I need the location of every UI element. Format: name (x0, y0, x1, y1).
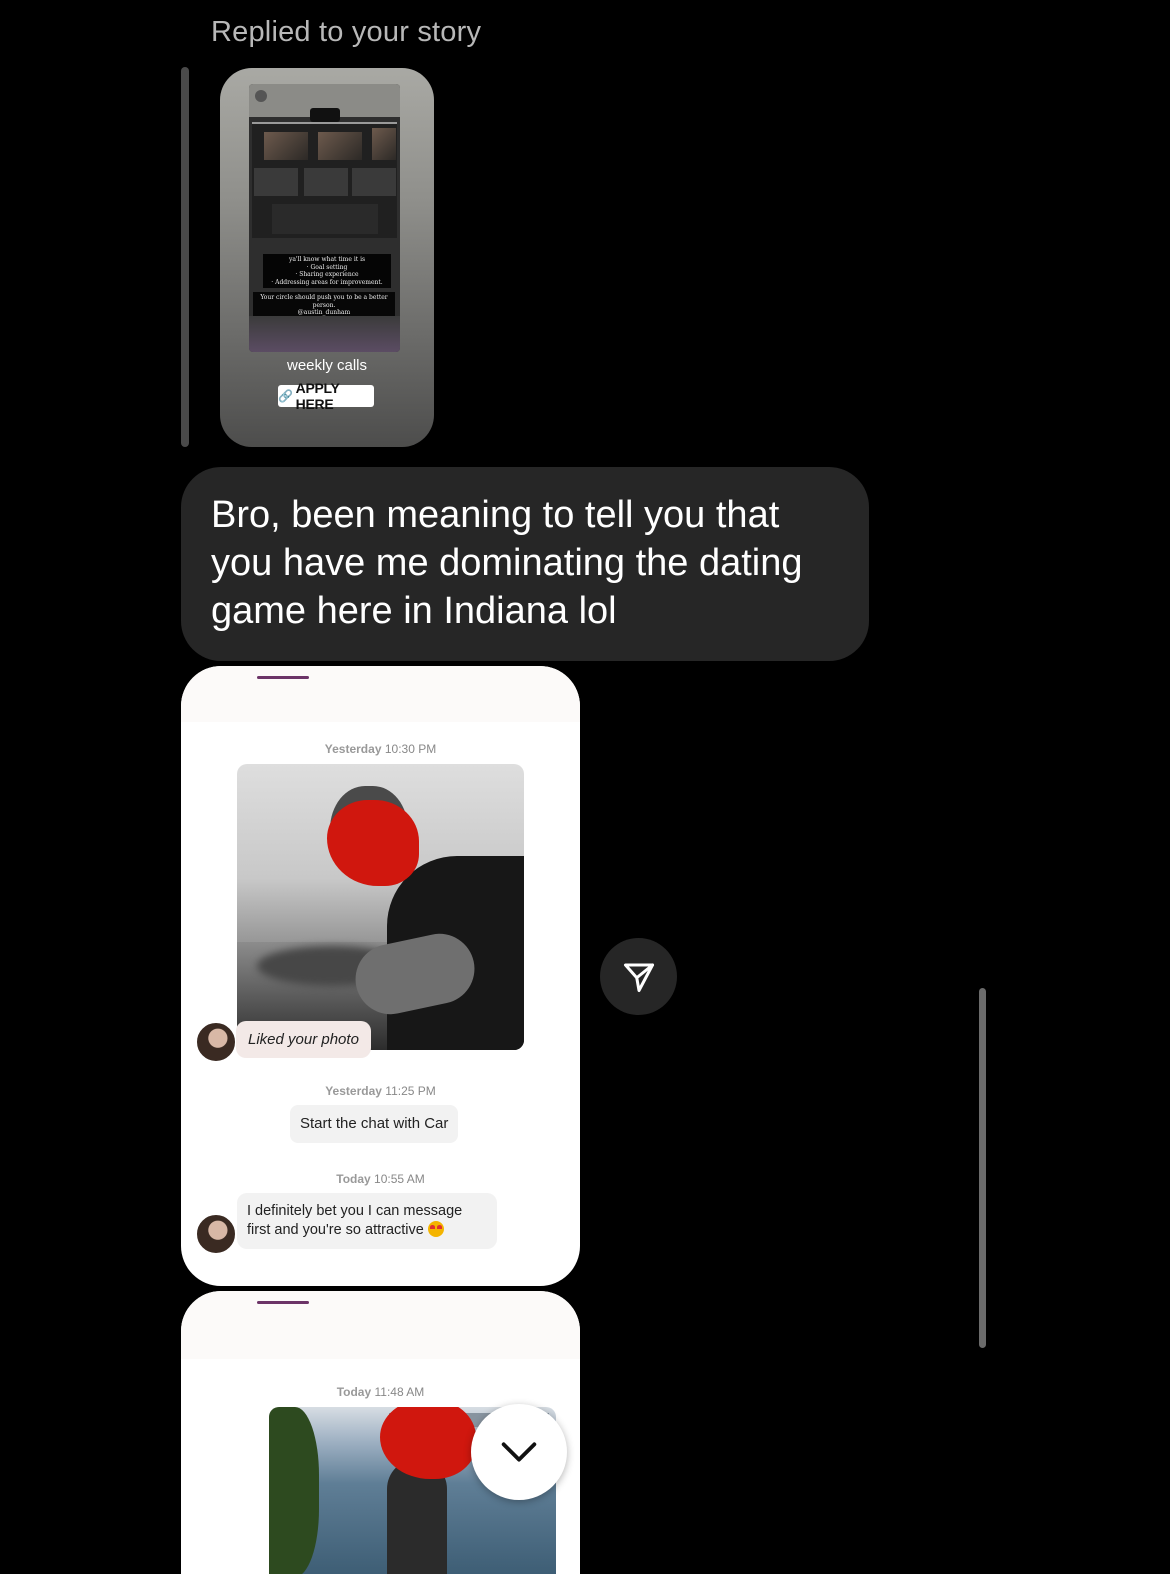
story-caption-line: · Sharing experience (295, 271, 359, 278)
reply-indicator-bar (181, 67, 189, 447)
screenshot-top-band (181, 1291, 580, 1359)
timestamp-day: Yesterday (325, 1084, 382, 1098)
message-bubble[interactable]: Bro, been meaning to tell you that you h… (181, 467, 869, 661)
video-call-monitor (252, 122, 397, 238)
video-tile (264, 132, 308, 160)
timestamp-time: 11:25 PM (385, 1084, 436, 1098)
story-caption-line: · Goal setting (306, 263, 348, 271)
face-redaction (327, 800, 419, 886)
link-icon: 🔗 (278, 389, 293, 403)
paper-plane-icon (623, 963, 654, 992)
video-tile (254, 168, 298, 196)
avatar (195, 1213, 237, 1255)
start-chat-chip: Start the chat with Car (290, 1105, 459, 1143)
video-tile (272, 204, 378, 234)
story-caption-line: ya'll know what time it is (288, 256, 366, 263)
timestamp: Today 11:48 AM (181, 1385, 580, 1399)
story-caption: ya'll know what time it is · Goal settin… (263, 254, 391, 288)
story-preview[interactable]: ya'll know what time it is · Goal settin… (220, 68, 434, 447)
keyboard-shape (249, 316, 400, 352)
story-image: ya'll know what time it is · Goal settin… (249, 84, 400, 352)
share-button[interactable] (600, 938, 677, 1015)
story-caption-secondary: Your circle should push you to be a bett… (253, 292, 395, 319)
chevron-down-icon (501, 1442, 537, 1462)
replied-to-story-label: Replied to your story (211, 16, 482, 48)
timestamp-time: 10:55 AM (374, 1172, 425, 1186)
video-tile (352, 168, 396, 196)
screenshot-tab-indicator (257, 676, 309, 679)
incoming-message: I definitely bet you I can message first… (237, 1193, 497, 1249)
timestamp-time: 10:30 PM (384, 742, 437, 756)
timestamp: Yesterday 10:30 PM (181, 742, 580, 756)
heart-eyes-emoji-icon (427, 1221, 444, 1237)
profile-photo (237, 764, 524, 1050)
timestamp: Today 10:55 AM (181, 1172, 580, 1186)
story-caption-line: Your circle should push you to be a bett… (260, 294, 388, 301)
photo-leaves (269, 1407, 319, 1574)
timestamp-time: 11:48 AM (374, 1385, 425, 1399)
timestamp-day: Today (336, 1385, 372, 1399)
liked-your-photo-label: Liked your photo (236, 1021, 371, 1058)
scroll-to-latest-button[interactable] (471, 1404, 567, 1500)
avatar (195, 1021, 237, 1063)
video-tile (318, 132, 362, 160)
story-caption-line: person. (312, 301, 336, 309)
timestamp-day: Today (336, 1172, 371, 1186)
screenshot-tab-indicator (257, 1301, 309, 1304)
shared-image-dating-chat[interactable]: Yesterday 10:30 PM Liked your photo Yest… (181, 666, 580, 1286)
scrollbar[interactable] (979, 988, 986, 1348)
webcam-shape (310, 108, 340, 122)
apply-here-label: APPLY HERE (295, 380, 340, 412)
story-avatar (255, 90, 267, 102)
timestamp: Yesterday 11:25 PM (181, 1084, 580, 1098)
story-weekly-calls-text: weekly calls (286, 357, 368, 374)
video-tile (372, 128, 396, 160)
story-caption-line: · Addressing areas for improvement. (271, 278, 383, 286)
apply-here-link-sticker[interactable]: 🔗 APPLY HERE (278, 380, 374, 412)
screenshot-top-band (181, 666, 580, 722)
message-text: Bro, been meaning to tell you that you h… (211, 494, 803, 632)
timestamp-day: Yesterday (324, 742, 382, 756)
video-tile (304, 168, 348, 196)
